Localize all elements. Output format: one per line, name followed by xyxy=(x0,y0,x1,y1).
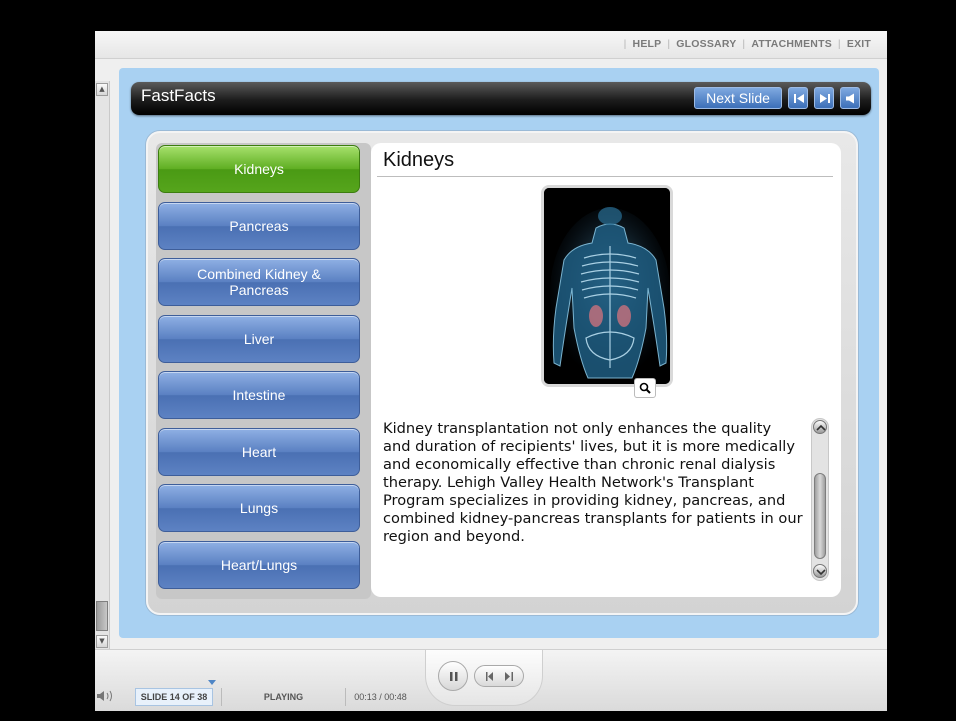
content-pane: Kidneys Kidney transplantation not only … xyxy=(371,143,841,597)
player-controls: SLIDE 14 OF 38 PLAYING 00:13 / 00:48 xyxy=(95,649,887,711)
tab-intestine[interactable]: Intestine xyxy=(158,371,360,419)
step-button-group xyxy=(474,665,524,687)
forward-icon xyxy=(820,94,830,103)
next-button[interactable] xyxy=(814,87,834,109)
xray-torso-illustration xyxy=(544,188,670,384)
slide-header: FastFacts Next Slide xyxy=(131,82,871,115)
exit-link[interactable]: EXIT xyxy=(847,38,871,50)
glossary-link[interactable]: GLOSSARY xyxy=(676,38,736,50)
slide-counter: SLIDE 14 OF 38 xyxy=(135,688,213,706)
separator: | xyxy=(742,38,746,50)
pause-button[interactable] xyxy=(438,661,468,691)
progress-marker[interactable] xyxy=(208,680,216,685)
slide-title: FastFacts xyxy=(141,86,216,105)
speaker-icon xyxy=(97,690,112,702)
scrollbar-thumb[interactable] xyxy=(814,473,826,559)
content-panel: Kidneys Pancreas Combined Kidney & Pancr… xyxy=(146,131,858,615)
tab-combined-kidney-pancreas[interactable]: Combined Kidney & Pancreas xyxy=(158,258,360,306)
scroll-up-icon[interactable]: ▲ xyxy=(96,83,108,96)
separator: | xyxy=(623,38,627,50)
pause-icon xyxy=(450,672,458,681)
content-body-text: Kidney transplantation not only enhances… xyxy=(383,420,803,545)
outline-scrollbar[interactable]: ▲ ▼ xyxy=(95,81,110,651)
text-scrollbar[interactable] xyxy=(811,418,829,581)
separator: | xyxy=(667,38,671,50)
title-divider xyxy=(377,176,833,177)
magnifier-icon xyxy=(639,382,651,394)
scroll-up-button[interactable] xyxy=(813,420,827,434)
step-forward-icon[interactable] xyxy=(502,671,516,683)
tab-heart-lungs[interactable]: Heart/Lungs xyxy=(158,541,360,589)
next-slide-button[interactable]: Next Slide xyxy=(694,87,782,109)
top-bar: | HELP | GLOSSARY | ATTACHMENTS | EXIT xyxy=(95,31,887,59)
slide-area: FastFacts Next Slide Kidneys Pancreas Co… xyxy=(119,68,879,638)
tab-heart[interactable]: Heart xyxy=(158,428,360,476)
anatomy-image[interactable] xyxy=(541,185,673,387)
scroll-down-icon[interactable]: ▼ xyxy=(96,635,108,648)
rewind-icon xyxy=(794,94,804,103)
separator: | xyxy=(837,38,841,50)
help-link[interactable]: HELP xyxy=(633,38,662,50)
previous-button[interactable] xyxy=(788,87,808,109)
volume-button[interactable] xyxy=(95,689,117,709)
player-window: | HELP | GLOSSARY | ATTACHMENTS | EXIT ▲… xyxy=(95,31,887,711)
chevron-down-icon xyxy=(816,569,826,576)
playback-control-pod xyxy=(425,650,543,706)
audio-button[interactable] xyxy=(840,87,860,109)
scrollbar-thumb[interactable] xyxy=(96,601,108,631)
playback-time: 00:13 / 00:48 xyxy=(345,688,415,706)
top-links: | HELP | GLOSSARY | ATTACHMENTS | EXIT xyxy=(618,38,871,50)
zoom-button[interactable] xyxy=(634,378,656,398)
speaker-icon xyxy=(846,93,854,104)
scroll-down-button[interactable] xyxy=(813,564,827,578)
playback-status: PLAYING xyxy=(221,688,345,706)
tab-liver[interactable]: Liver xyxy=(158,315,360,363)
tab-lungs[interactable]: Lungs xyxy=(158,484,360,532)
chevron-up-icon xyxy=(816,424,826,431)
attachments-link[interactable]: ATTACHMENTS xyxy=(751,38,832,50)
tab-pancreas[interactable]: Pancreas xyxy=(158,202,360,250)
tab-kidneys[interactable]: Kidneys xyxy=(158,145,360,193)
step-back-icon[interactable] xyxy=(484,671,498,683)
content-title: Kidneys xyxy=(383,149,455,171)
